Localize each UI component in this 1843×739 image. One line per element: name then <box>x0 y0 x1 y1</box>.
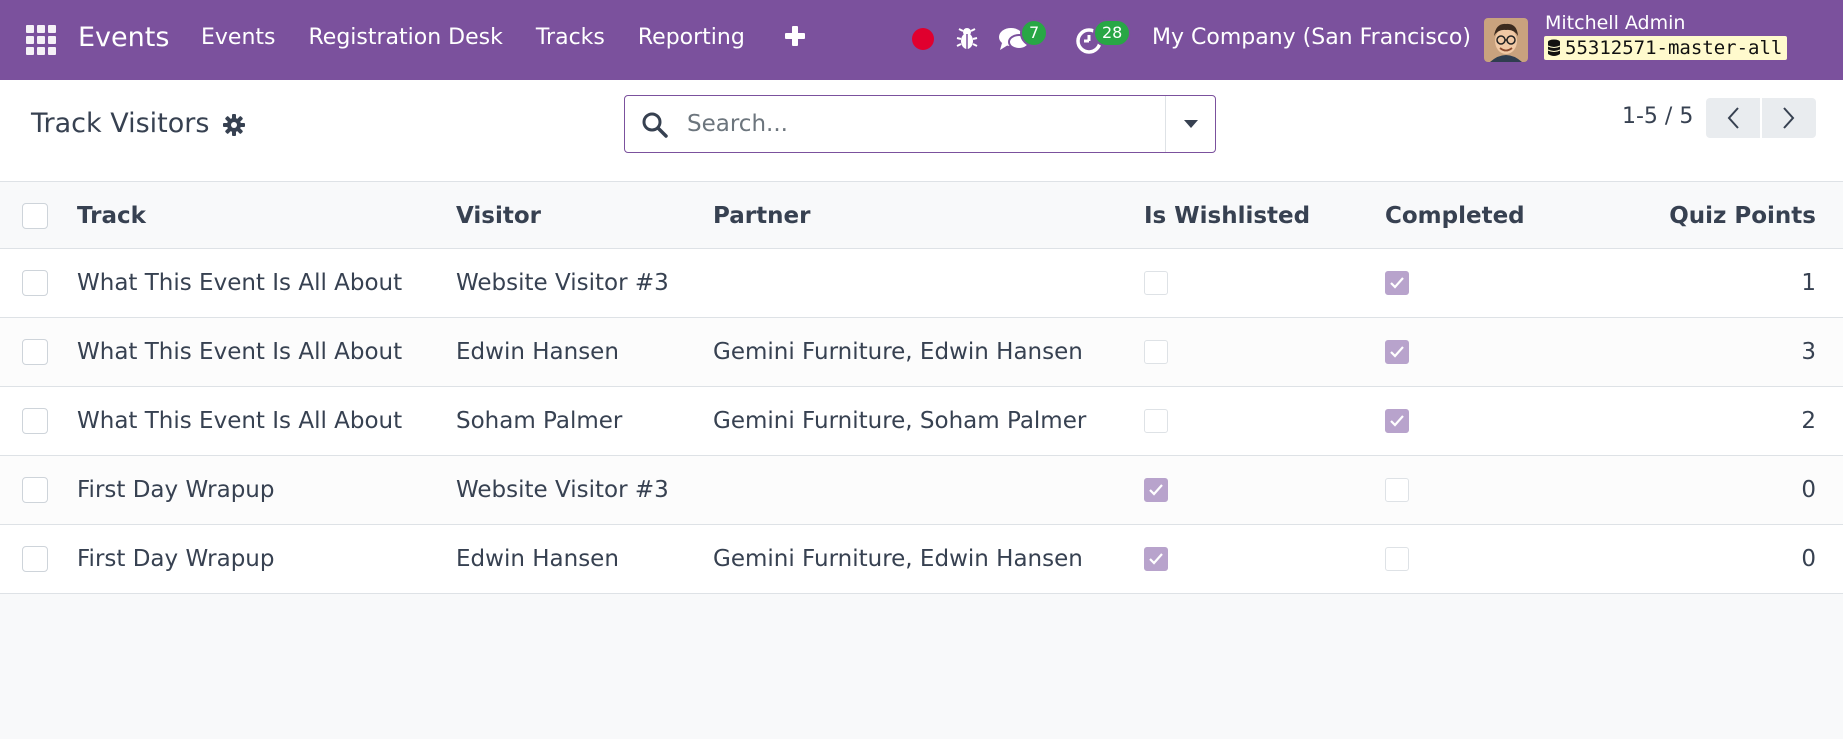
row-select-checkbox[interactable] <box>22 477 48 503</box>
company-switcher[interactable]: My Company (San Francisco) <box>1152 25 1471 50</box>
table-row[interactable]: What This Event Is All About Soham Palme… <box>0 387 1843 456</box>
page-title: Track Visitors <box>31 108 210 139</box>
pager-previous-button[interactable] <box>1706 98 1760 138</box>
caret-down-icon <box>1184 120 1198 128</box>
pager-value[interactable]: 1-5 / 5 <box>1622 104 1693 129</box>
row-select-checkbox[interactable] <box>22 270 48 296</box>
cell-partner: Gemini Furniture, Edwin Hansen <box>713 546 1083 572</box>
cell-visitor: Website Visitor #3 <box>456 477 669 503</box>
menu-item-tracks[interactable]: Tracks <box>536 25 605 50</box>
table-header: Track Visitor Partner Is Wishlisted Comp… <box>0 183 1843 249</box>
cell-track: What This Event Is All About <box>77 408 403 434</box>
top-navbar: Events Events Registration Desk Tracks R… <box>0 0 1843 80</box>
app-grid-icon[interactable] <box>26 25 56 55</box>
cell-visitor: Soham Palmer <box>456 408 623 434</box>
checkmark-icon <box>1390 346 1404 358</box>
table-body: What This Event Is All About Website Vis… <box>0 249 1843 594</box>
database-icon <box>1547 39 1561 56</box>
search-options-toggle[interactable] <box>1165 96 1216 152</box>
cell-quiz-points: 0 <box>1801 477 1816 503</box>
cell-quiz-points: 3 <box>1801 339 1816 365</box>
cell-partner: Gemini Furniture, Soham Palmer <box>713 408 1087 434</box>
completed-checkbox <box>1385 478 1409 502</box>
pager-next-button[interactable] <box>1762 98 1816 138</box>
completed-checkbox <box>1385 271 1409 295</box>
cell-quiz-points: 1 <box>1801 270 1816 296</box>
database-badge: 55312571-master-all <box>1544 36 1788 60</box>
column-header-quiz-points[interactable]: Quiz Points <box>1669 183 1816 248</box>
user-name[interactable]: Mitchell Admin <box>1545 12 1685 34</box>
messages-count-badge: 7 <box>1020 19 1049 47</box>
menu-item-reporting[interactable]: Reporting <box>638 25 745 50</box>
completed-checkbox <box>1385 340 1409 364</box>
cell-quiz-points: 2 <box>1801 408 1816 434</box>
cell-visitor: Edwin Hansen <box>456 339 619 365</box>
search-icon <box>642 112 668 138</box>
row-select-checkbox[interactable] <box>22 546 48 572</box>
wishlisted-checkbox <box>1144 547 1168 571</box>
checkmark-icon <box>1390 277 1404 289</box>
cell-track: What This Event Is All About <box>77 339 403 365</box>
wishlisted-checkbox <box>1144 340 1168 364</box>
app-name[interactable]: Events <box>78 22 169 53</box>
table-row[interactable]: First Day Wrapup Edwin Hansen Gemini Fur… <box>0 525 1843 594</box>
track-visitors-table: Track Visitor Partner Is Wishlisted Comp… <box>0 183 1843 594</box>
main-menu: Events Registration Desk Tracks Reportin… <box>201 25 778 50</box>
chevron-right-icon <box>1783 107 1795 129</box>
search-input[interactable] <box>687 104 1187 144</box>
activities-count-badge: 28 <box>1093 19 1132 47</box>
database-name: 55312571-master-all <box>1565 37 1783 59</box>
column-header-track[interactable]: Track <box>77 183 146 248</box>
checkmark-icon <box>1149 484 1163 496</box>
column-header-is-wishlisted[interactable]: Is Wishlisted <box>1144 183 1310 248</box>
cell-quiz-points: 0 <box>1801 546 1816 572</box>
user-avatar[interactable] <box>1484 18 1528 62</box>
cell-track: First Day Wrapup <box>77 546 275 572</box>
cell-visitor: Edwin Hansen <box>456 546 619 572</box>
table-row[interactable]: What This Event Is All About Edwin Hanse… <box>0 318 1843 387</box>
cell-visitor: Website Visitor #3 <box>456 270 669 296</box>
wishlisted-checkbox <box>1144 409 1168 433</box>
completed-checkbox <box>1385 547 1409 571</box>
row-select-checkbox[interactable] <box>22 408 48 434</box>
wishlisted-checkbox <box>1144 478 1168 502</box>
plus-icon[interactable] <box>783 24 807 48</box>
select-all-checkbox[interactable] <box>22 202 48 229</box>
column-header-completed[interactable]: Completed <box>1385 183 1525 248</box>
bug-icon[interactable] <box>955 26 979 52</box>
cell-track: What This Event Is All About <box>77 270 403 296</box>
completed-checkbox <box>1385 409 1409 433</box>
column-header-partner[interactable]: Partner <box>713 183 810 248</box>
gear-icon[interactable] <box>222 113 246 137</box>
table-row[interactable]: First Day Wrapup Website Visitor #3 0 <box>0 456 1843 525</box>
table-row[interactable]: What This Event Is All About Website Vis… <box>0 249 1843 318</box>
recording-icon[interactable] <box>912 28 934 50</box>
control-panel: Track Visitors 1-5 / 5 <box>0 80 1843 182</box>
menu-item-events[interactable]: Events <box>201 25 276 50</box>
wishlisted-checkbox <box>1144 271 1168 295</box>
chevron-left-icon <box>1727 107 1739 129</box>
row-select-checkbox[interactable] <box>22 339 48 365</box>
cell-partner: Gemini Furniture, Edwin Hansen <box>713 339 1083 365</box>
cell-track: First Day Wrapup <box>77 477 275 503</box>
menu-item-registration-desk[interactable]: Registration Desk <box>309 25 503 50</box>
checkmark-icon <box>1149 553 1163 565</box>
column-header-visitor[interactable]: Visitor <box>456 183 541 248</box>
search-box <box>624 95 1216 153</box>
checkmark-icon <box>1390 415 1404 427</box>
